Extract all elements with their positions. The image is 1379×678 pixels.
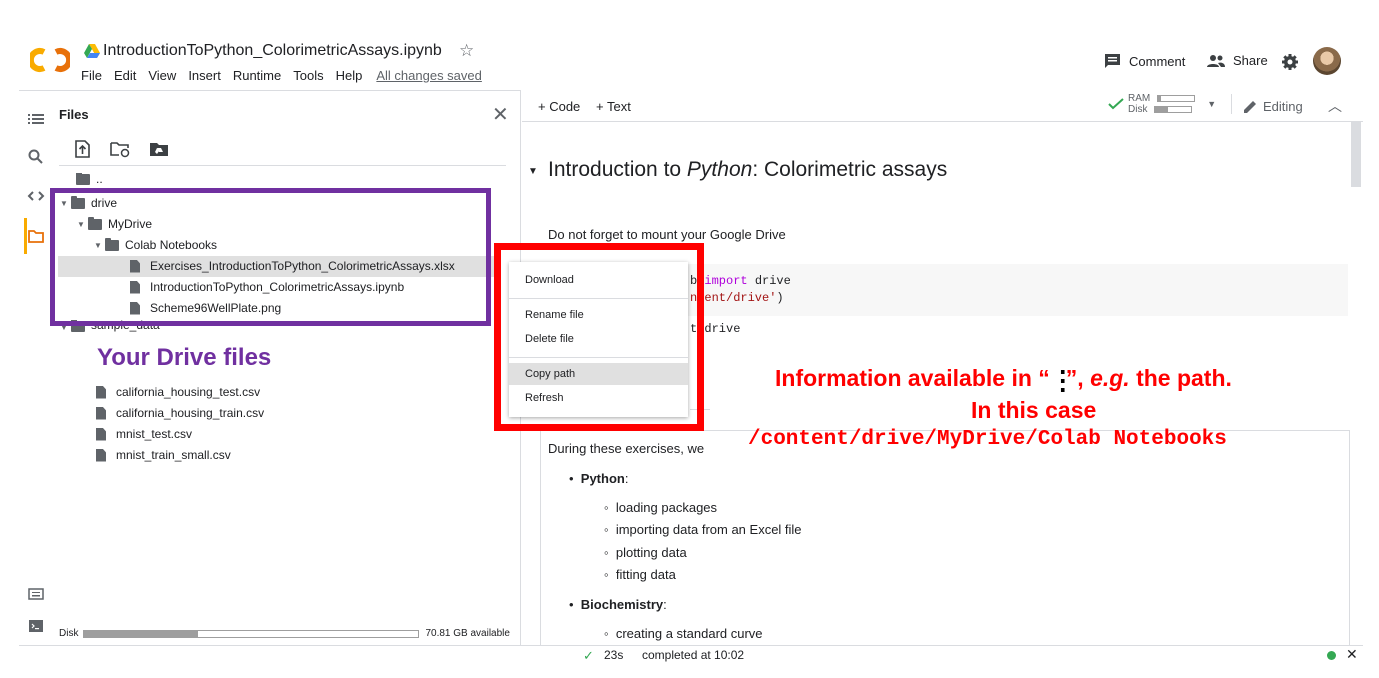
execution-status: completed at 10:02: [642, 648, 745, 662]
tree-label: california_housing_train.csv: [116, 406, 265, 420]
disk-available: 70.81 GB available: [425, 628, 510, 639]
list-item: ◦ fitting data: [604, 567, 676, 582]
google-drive-icon[interactable]: [84, 44, 100, 58]
menu-view[interactable]: View: [148, 68, 176, 83]
people-icon: [1207, 54, 1225, 67]
list-item: ◦ plotting data: [604, 545, 687, 560]
share-label: Share: [1233, 53, 1268, 68]
chevron-up-icon[interactable]: ︿: [1328, 96, 1342, 116]
files-panel-title: Files: [59, 107, 89, 122]
list-item: ◦ creating a standard curve: [604, 626, 763, 641]
menu-file[interactable]: File: [81, 68, 102, 83]
ram-bar: [1157, 95, 1196, 102]
tree-label: mnist_train_small.csv: [116, 448, 231, 462]
connection-status-icon: [1327, 651, 1336, 660]
star-icon[interactable]: ☆: [459, 41, 474, 61]
disk-label: Disk: [1128, 104, 1148, 115]
file-icon: [96, 427, 106, 441]
drive-files-highlight-box: [50, 188, 491, 326]
menu-bar: File Edit View Insert Runtime Tools Help…: [81, 68, 494, 83]
list-item: ◦ loading packages: [604, 500, 718, 515]
file-icon: [96, 385, 106, 399]
editing-mode-button[interactable]: Editing: [1243, 99, 1303, 114]
file-icon: [96, 448, 106, 462]
annotation-path: /content/drive/MyDrive/Colab Notebooks: [748, 428, 1227, 451]
disk-label: Disk: [59, 628, 79, 639]
annotation-line-2: In this case: [971, 397, 1097, 423]
pencil-icon: [1244, 100, 1256, 113]
close-icon[interactable]: ✕: [492, 102, 509, 127]
scrollbar[interactable]: [1351, 122, 1361, 187]
tree-label: mnist_test.csv: [116, 427, 193, 441]
divider: [59, 165, 506, 166]
add-code-button[interactable]: + Code: [538, 99, 580, 114]
tree-label: ..: [96, 173, 103, 185]
disk-bar: [1154, 106, 1193, 113]
checkmark-icon: ✓: [583, 648, 594, 663]
disk-usage: Disk 70.81 GB available: [59, 628, 510, 639]
close-icon[interactable]: ✕: [1346, 646, 1358, 663]
menu-runtime[interactable]: Runtime: [233, 68, 281, 83]
list-item: ◦ importing data from an Excel file: [604, 522, 802, 537]
list-item: • Python:: [569, 471, 629, 486]
section-heading: Introduction to Python: Colorimetric ass…: [548, 158, 948, 181]
comment-button[interactable]: Comment: [1104, 53, 1185, 69]
upload-icon[interactable]: [72, 140, 92, 158]
colab-logo[interactable]: [30, 44, 70, 76]
list-item: • Biochemistry:: [569, 597, 667, 612]
checkmark-icon: [1108, 98, 1124, 110]
tree-file-csv[interactable]: mnist_train_small.csv: [96, 445, 231, 465]
dropdown-arrow-icon[interactable]: ▼: [1207, 99, 1216, 109]
save-status[interactable]: All changes saved: [376, 68, 482, 83]
folder-icon: [76, 173, 90, 185]
mount-drive-icon[interactable]: [149, 140, 169, 158]
resources-indicator[interactable]: RAM Disk ▼: [1108, 93, 1233, 115]
top-bar: IntroductionToPython_ColorimetricAssays.…: [0, 0, 1379, 90]
menu-insert[interactable]: Insert: [188, 68, 221, 83]
menu-tools[interactable]: Tools: [293, 68, 323, 83]
comment-label: Comment: [1129, 53, 1186, 69]
execution-duration: 23s: [604, 648, 624, 662]
divider: [1231, 94, 1233, 114]
share-button[interactable]: Share: [1207, 53, 1268, 68]
gear-icon[interactable]: [1281, 53, 1299, 71]
mount-instruction-text: Do not forget to mount your Google Drive: [548, 227, 786, 242]
context-menu-highlight-box: [494, 243, 704, 431]
drive-files-annotation: Your Drive files: [97, 344, 272, 371]
comment-icon: [1105, 54, 1120, 68]
ram-label: RAM: [1128, 93, 1151, 104]
editing-label: Editing: [1263, 99, 1303, 114]
disk-usage-fill: [84, 630, 198, 637]
disk-usage-bar: [83, 629, 420, 638]
code-line: b import drive: [690, 274, 791, 288]
annotation-line-1: Information available in “⋮”, e.g. the p…: [775, 364, 1232, 395]
text-cell[interactable]: [540, 430, 1350, 645]
avatar[interactable]: [1313, 47, 1341, 75]
tree-label: california_housing_test.csv: [116, 385, 261, 399]
file-icon: [96, 406, 106, 420]
notebook-title[interactable]: IntroductionToPython_ColorimetricAssays.…: [103, 42, 442, 60]
refresh-folder-icon[interactable]: [110, 140, 130, 158]
tree-file-csv[interactable]: california_housing_train.csv: [96, 403, 264, 423]
section-collapse-icon[interactable]: ▼: [528, 166, 538, 177]
menu-edit[interactable]: Edit: [114, 68, 136, 83]
notebook-toolbar: [522, 90, 1363, 122]
code-line: ntent/drive'): [690, 291, 784, 305]
tree-file-csv[interactable]: california_housing_test.csv: [96, 382, 260, 402]
menu-help[interactable]: Help: [336, 68, 363, 83]
more-vert-icon: ⋮: [1049, 364, 1076, 395]
tree-file-csv[interactable]: mnist_test.csv: [96, 424, 192, 444]
add-text-button[interactable]: + Text: [596, 99, 631, 114]
tree-parent-dir[interactable]: ..: [76, 173, 103, 185]
intro-paragraph: During these exercises, we: [548, 441, 705, 456]
